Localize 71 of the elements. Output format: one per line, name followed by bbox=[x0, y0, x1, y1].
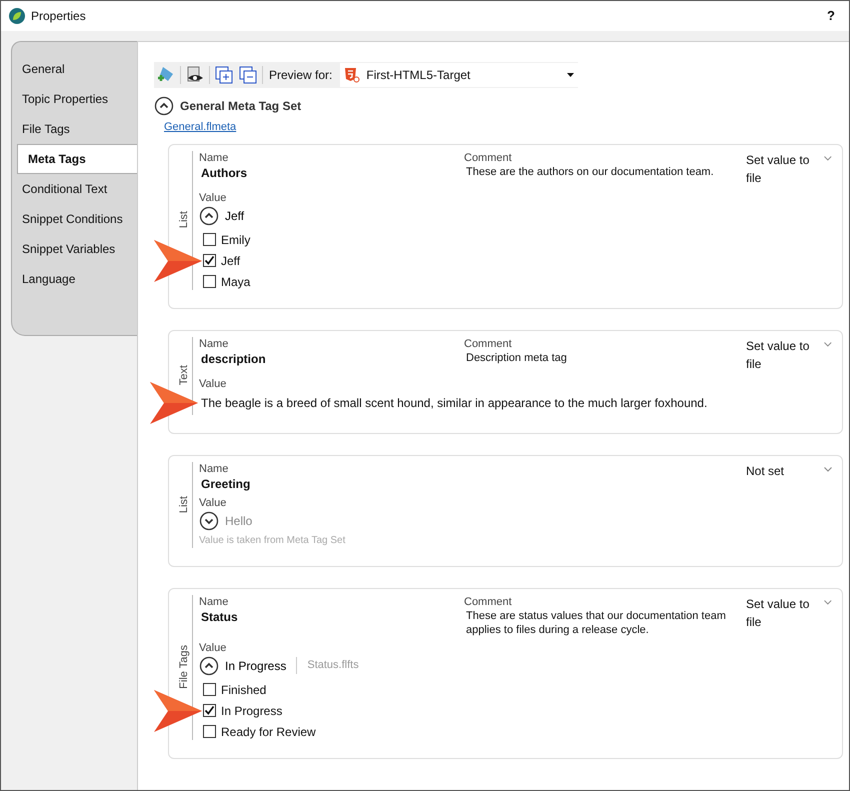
comment-text: Description meta tag bbox=[466, 350, 568, 364]
tag-type-label: List bbox=[177, 211, 192, 229]
option-checkbox[interactable]: Maya bbox=[203, 274, 832, 290]
inherited-note: Value is taken from Meta Tag Set bbox=[199, 534, 346, 548]
caret-icon bbox=[824, 156, 832, 160]
value-label: Value bbox=[199, 376, 228, 390]
expand-all-icon[interactable] bbox=[214, 65, 234, 85]
tag-name: Authors bbox=[201, 164, 248, 180]
tag-type-label: File Tags bbox=[177, 645, 192, 689]
value-label: Value bbox=[199, 496, 228, 510]
help-button[interactable]: ? bbox=[821, 6, 841, 26]
comment-text: These are the authors on our documentation team. bbox=[466, 164, 715, 178]
meta-file-link[interactable]: General.flmeta bbox=[164, 119, 236, 136]
tag-name: description bbox=[201, 350, 267, 366]
caret-icon bbox=[824, 600, 832, 604]
option-checkbox[interactable]: Ready for Review bbox=[203, 724, 832, 740]
comment-label: Comment bbox=[464, 594, 513, 608]
sidebar-tab[interactable]: Snippet Variables bbox=[12, 234, 137, 264]
option-checkbox[interactable]: In Progress bbox=[203, 702, 832, 718]
tag-type-label: List bbox=[177, 496, 192, 514]
tag-name: Greeting bbox=[201, 476, 252, 492]
comment-label: Comment bbox=[464, 336, 513, 350]
checkbox[interactable] bbox=[203, 704, 216, 717]
sidebar-tab[interactable]: Conditional Text bbox=[12, 174, 137, 204]
name-label: Name bbox=[199, 336, 230, 350]
expand-icon[interactable] bbox=[199, 510, 219, 530]
checkbox[interactable] bbox=[203, 725, 216, 738]
caret-icon bbox=[824, 342, 832, 346]
sidebar-tab[interactable]: File Tags bbox=[12, 114, 137, 144]
caret-icon bbox=[567, 73, 574, 77]
sidebar-tab[interactable]: Snippet Conditions bbox=[12, 204, 137, 234]
name-label: Name bbox=[199, 462, 230, 476]
collapse-icon[interactable] bbox=[199, 206, 219, 226]
caret-icon bbox=[824, 466, 832, 472]
value-text: The beagle is a breed of small scent hound, similar in appearance to the much larger foxhound. bbox=[201, 396, 708, 410]
option-checkbox[interactable]: Finished bbox=[203, 682, 832, 698]
comment-text: These are status values that our documentation team applies to files during a release cycle. bbox=[466, 608, 727, 636]
sidebar-tab[interactable]: Topic Properties bbox=[12, 84, 137, 114]
checkbox[interactable] bbox=[203, 254, 216, 267]
sidebar-tab[interactable]: Meta Tags bbox=[17, 144, 137, 174]
tag-type-label: Text bbox=[177, 365, 192, 386]
html5-icon bbox=[344, 67, 360, 83]
collapse-icon[interactable] bbox=[154, 96, 174, 116]
selected-value: Hello bbox=[225, 512, 252, 530]
collapse-icon[interactable] bbox=[199, 656, 219, 676]
checkbox[interactable] bbox=[203, 683, 216, 696]
preview-target-dropdown[interactable]: First-HTML5-Target bbox=[340, 63, 578, 87]
mode-dropdown[interactable]: Not set bbox=[746, 462, 832, 492]
comment-label: Comment bbox=[464, 150, 513, 164]
section-title: General Meta Tag Set bbox=[180, 98, 302, 115]
name-label: Name bbox=[199, 594, 230, 608]
name-label: Name bbox=[199, 150, 230, 164]
source-file: Status.flfts bbox=[296, 657, 359, 674]
selected-value: In Progress bbox=[225, 658, 286, 674]
collapse-all-icon[interactable] bbox=[238, 65, 258, 85]
leaf-logo-icon bbox=[9, 8, 25, 24]
mode-dropdown[interactable]: Set value to file bbox=[746, 594, 832, 636]
preview-for-label: Preview for: bbox=[269, 67, 332, 84]
window-title: Properties bbox=[31, 8, 87, 25]
checkbox[interactable] bbox=[203, 275, 216, 288]
value-label: Value bbox=[199, 190, 228, 204]
tag-name: Status bbox=[201, 608, 239, 624]
mode-dropdown[interactable]: Set value to file bbox=[746, 150, 832, 186]
option-checkbox[interactable]: Emily bbox=[203, 232, 832, 248]
selected-value: Jeff bbox=[225, 208, 244, 224]
checkbox[interactable] bbox=[203, 233, 216, 246]
sidebar-tab[interactable]: General bbox=[12, 54, 137, 84]
sidebar-tab[interactable]: Language bbox=[12, 264, 137, 294]
mode-dropdown[interactable]: Set value to file bbox=[746, 336, 832, 372]
option-checkbox[interactable]: Jeff bbox=[203, 252, 832, 268]
value-label: Value bbox=[199, 640, 228, 654]
